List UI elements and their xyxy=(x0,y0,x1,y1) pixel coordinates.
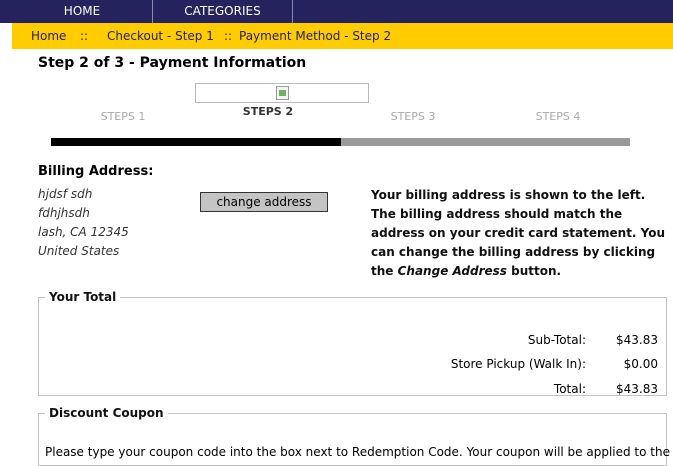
broken-image-placeholder xyxy=(195,83,369,103)
order-total-panel: Your Total Sub-Total: $43.83 Store Picku… xyxy=(38,290,667,396)
coupon-instructions: Please type your coupon code into the bo… xyxy=(45,445,673,459)
breadcrumb-separator: :: xyxy=(80,29,89,43)
discount-coupon-legend: Discount Coupon xyxy=(49,406,164,420)
total-label: Total: xyxy=(553,382,586,396)
step-label: STEPS 1 xyxy=(100,110,146,123)
store-pickup-value: $0.00 xyxy=(623,357,658,371)
total-value: $43.83 xyxy=(616,382,658,396)
billing-address-line: lash, CA 12345 xyxy=(38,225,129,239)
billing-address-note: Your billing address is shown to the lef… xyxy=(371,186,671,281)
billing-address-line: United States xyxy=(38,244,120,258)
nav-divider xyxy=(292,0,293,23)
breadcrumb-current-page: Payment Method - Step 2 xyxy=(239,29,392,43)
store-pickup-row: Store Pickup (Walk In): $0.00 xyxy=(58,357,658,375)
step-label: STEPS 3 xyxy=(390,110,436,123)
subtotal-label: Sub-Total: xyxy=(527,333,586,347)
total-row: Total: $43.83 xyxy=(58,382,658,400)
billing-note-text-end: button. xyxy=(506,264,562,278)
billing-address-line: fdhjhsdh xyxy=(38,206,90,220)
store-pickup-label: Store Pickup (Walk In): xyxy=(450,357,586,371)
step-label-active: STEPS 2 xyxy=(242,105,294,118)
checkout-progress-bar xyxy=(51,138,630,146)
discount-coupon-panel: Discount Coupon Please type your coupon … xyxy=(38,406,673,466)
billing-address-heading: Billing Address: xyxy=(38,164,154,179)
change-address-button[interactable]: change address xyxy=(200,192,328,212)
subtotal-row: Sub-Total: $43.83 xyxy=(58,333,658,351)
billing-note-button-reference: Change Address xyxy=(397,264,507,278)
breadcrumb-home-link[interactable]: Home xyxy=(31,23,66,49)
billing-address-line: hjdsf sdh xyxy=(38,187,93,201)
breadcrumb: Home :: Checkout - Step 1 :: Payment Met… xyxy=(12,23,673,49)
nav-home-link[interactable]: HOME xyxy=(12,0,152,23)
subtotal-value: $43.83 xyxy=(616,333,658,347)
order-total-legend: Your Total xyxy=(49,290,117,304)
breadcrumb-checkout-step1-link[interactable]: Checkout - Step 1 xyxy=(107,23,214,49)
broken-image-icon xyxy=(276,86,289,100)
breadcrumb-separator: :: xyxy=(224,29,233,43)
step-label: STEPS 4 xyxy=(535,110,581,123)
page-title: Step 2 of 3 - Payment Information xyxy=(38,55,307,71)
nav-categories-link[interactable]: CATEGORIES xyxy=(153,0,292,23)
progress-bar-fill xyxy=(51,138,341,146)
top-navigation: HOME CATEGORIES xyxy=(0,0,673,23)
